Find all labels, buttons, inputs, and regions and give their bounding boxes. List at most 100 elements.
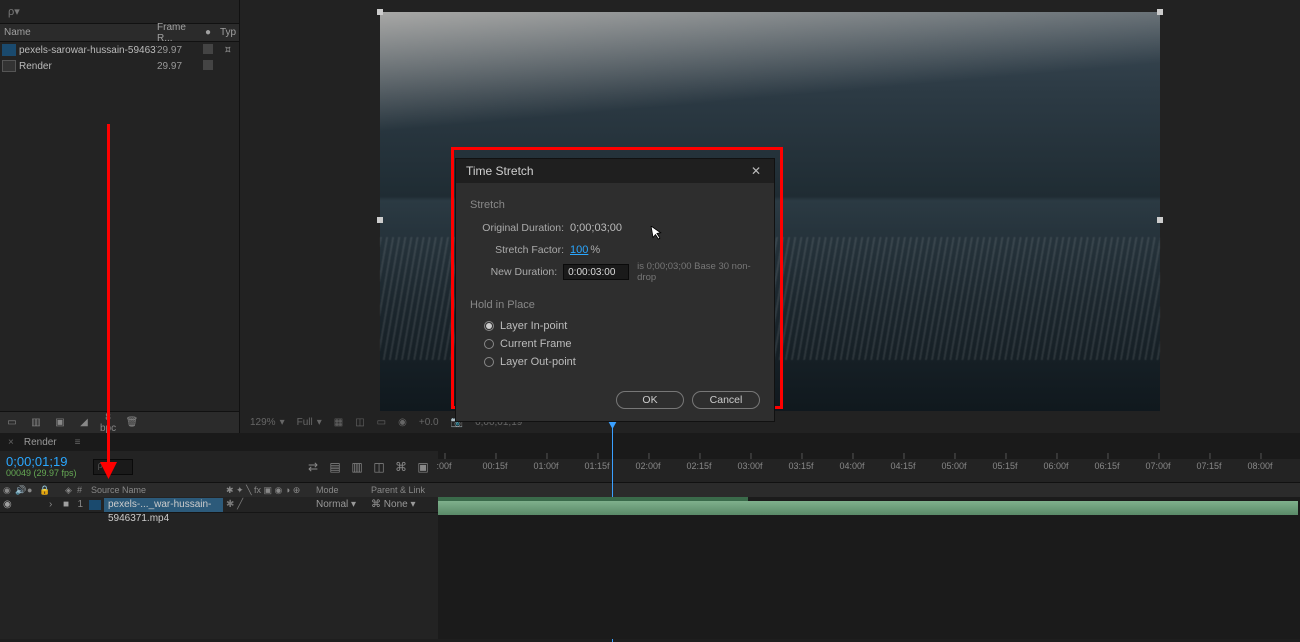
layer-switches[interactable]: ✱ ╱	[223, 499, 313, 510]
ruler-tick: 02:15f	[686, 461, 711, 471]
project-item[interactable]: Render 29.97	[0, 58, 239, 74]
ruler-tick: 07:00f	[1145, 461, 1170, 471]
parent-col[interactable]: Parent & Link	[368, 485, 438, 495]
zoom-control[interactable]: 129% ▾	[250, 417, 285, 428]
trash-icon[interactable]: 🗑	[124, 417, 140, 428]
eye-icon[interactable]: ◉	[0, 499, 10, 510]
item-framerate: 29.97	[157, 61, 199, 72]
col-framerate[interactable]: Frame R...	[157, 22, 199, 44]
interpret-icon[interactable]: ▭	[4, 417, 20, 428]
tab-close-icon[interactable]: ×	[0, 437, 14, 448]
ruler-tick: 02:00f	[635, 461, 660, 471]
close-icon[interactable]: ✕	[748, 164, 764, 178]
radio-layer-out-point[interactable]: Layer Out-point	[470, 353, 760, 371]
channel-icon[interactable]: ◉	[398, 417, 407, 428]
layer-duration-bar[interactable]	[438, 501, 1298, 515]
ruler-tick: 05:15f	[992, 461, 1017, 471]
ruler-tick: 04:15f	[890, 461, 915, 471]
timeline-panel: × Render ≡ 0;00;01;19 00049 (29.97 fps) …	[0, 433, 1300, 639]
dialog-title-text: Time Stretch	[466, 164, 534, 178]
new-duration-meta: is 0;00;03;00 Base 30 non-drop	[637, 261, 760, 283]
ruler-tick: :00f	[436, 461, 451, 471]
timeline-tabs: × Render ≡	[0, 433, 1300, 451]
new-duration-input[interactable]	[563, 264, 629, 280]
project-panel: ρ▾ Name Frame R... ● Typ pexels-sarowar-…	[0, 0, 240, 433]
timeline-track-area[interactable]	[438, 497, 1300, 639]
time-stretch-dialog: Time Stretch ✕ Stretch Original Duration…	[455, 158, 775, 422]
ruler-tick: 06:15f	[1094, 461, 1119, 471]
radio-layer-in-point[interactable]: Layer In-point	[470, 317, 760, 335]
hold-in-place-label: Hold in Place	[470, 299, 760, 311]
motion-blur-icon[interactable]: ▥	[348, 458, 366, 476]
label-col[interactable]: ◈	[62, 485, 74, 496]
stretch-factor-label: Stretch Factor:	[470, 244, 570, 256]
exposure-control[interactable]: +0.0	[419, 417, 439, 428]
region-icon[interactable]: ▭	[377, 417, 386, 428]
layer-number: 1	[72, 499, 86, 510]
eye-col-icon[interactable]: ◉	[0, 485, 12, 496]
dialog-titlebar[interactable]: Time Stretch ✕	[456, 159, 774, 183]
col-type[interactable]: Typ	[217, 27, 239, 38]
project-footer: ▭ ▥ ▣ ◢ 8 bpc 🗑	[0, 411, 239, 433]
link-icon[interactable]: ⌘	[392, 458, 410, 476]
layer-label[interactable]: ■	[60, 499, 72, 510]
item-label	[199, 44, 217, 57]
layer-parent[interactable]: ⌘ None ▾	[368, 499, 438, 510]
current-timecode[interactable]: 0;00;01;19	[6, 455, 77, 468]
ruler-tick: 03:15f	[788, 461, 813, 471]
resolution-control[interactable]: Full ▾	[297, 417, 322, 428]
layer-mode[interactable]: Normal ▾	[313, 499, 368, 510]
switches-col[interactable]: ✱ ✦ ╲ fx ▣ ◉ ◑ ⊕	[223, 485, 313, 496]
source-name-col[interactable]: Source Name	[88, 485, 223, 495]
folder-icon[interactable]: ▥	[28, 417, 44, 428]
mode-col[interactable]: Mode	[313, 485, 368, 495]
twirl-icon[interactable]: ›	[46, 499, 60, 510]
ruler-tick: 07:15f	[1196, 461, 1221, 471]
item-type: ⯏	[217, 45, 239, 56]
stretch-factor-input[interactable]: 100	[570, 244, 588, 256]
num-col[interactable]: #	[74, 485, 88, 495]
search-icon: ρ▾	[8, 5, 20, 18]
ok-button[interactable]: OK	[616, 391, 684, 409]
adjust-icon[interactable]: ◢	[76, 417, 92, 428]
shy-icon[interactable]: ⇄	[304, 458, 322, 476]
grid-icon[interactable]: ▦	[334, 417, 343, 428]
render-icon[interactable]: ▣	[414, 458, 432, 476]
ruler-tick: 06:00f	[1043, 461, 1068, 471]
stretch-section-label: Stretch	[470, 199, 760, 211]
footage-icon	[2, 44, 16, 56]
mask-icon[interactable]: ◫	[355, 417, 364, 428]
col-label[interactable]: ●	[199, 27, 217, 38]
ruler-tick: 05:00f	[941, 461, 966, 471]
layer-source-name[interactable]: pexels-..._war-hussain-5946371.mp4	[104, 498, 223, 512]
radio-icon	[484, 321, 494, 331]
layer-row[interactable]: ◉ › ■ 1 pexels-..._war-hussain-5946371.m…	[0, 497, 438, 513]
ruler-tick: 08:00f	[1247, 461, 1272, 471]
audio-col-icon[interactable]: 🔊	[12, 485, 24, 496]
frame-blend-icon[interactable]: ▤	[326, 458, 344, 476]
radio-current-frame[interactable]: Current Frame	[470, 335, 760, 353]
project-column-headers[interactable]: Name Frame R... ● Typ	[0, 24, 239, 42]
project-search[interactable]: ρ▾	[0, 0, 239, 24]
ruler-tick: 04:00f	[839, 461, 864, 471]
item-name: Render	[19, 61, 157, 72]
ruler-tick: 00:15f	[482, 461, 507, 471]
col-name[interactable]: Name	[0, 27, 157, 38]
lock-col-icon[interactable]: 🔒	[36, 485, 48, 496]
item-name: pexels-sarowar-hussain-5946371.mp4	[19, 45, 157, 56]
solo-col-icon[interactable]: ●	[24, 485, 36, 495]
graph-icon[interactable]: ◫	[370, 458, 388, 476]
ruler-tick: 03:00f	[737, 461, 762, 471]
ruler-tick: 01:00f	[533, 461, 558, 471]
item-label	[199, 60, 217, 73]
item-framerate: 29.97	[157, 45, 199, 56]
project-item[interactable]: pexels-sarowar-hussain-5946371.mp4 29.97…	[0, 42, 239, 58]
cancel-button[interactable]: Cancel	[692, 391, 760, 409]
timeline-tab[interactable]: Render	[14, 437, 67, 448]
radio-icon	[484, 339, 494, 349]
new-duration-label: New Duration:	[470, 266, 563, 278]
new-comp-icon[interactable]: ▣	[52, 417, 68, 428]
original-duration-label: Original Duration:	[470, 222, 570, 234]
current-frame: 00049 (29.97 fps)	[6, 468, 77, 478]
time-ruler[interactable]: :00f00:15f01:00f01:15f02:00f02:15f03:00f…	[438, 451, 1300, 482]
